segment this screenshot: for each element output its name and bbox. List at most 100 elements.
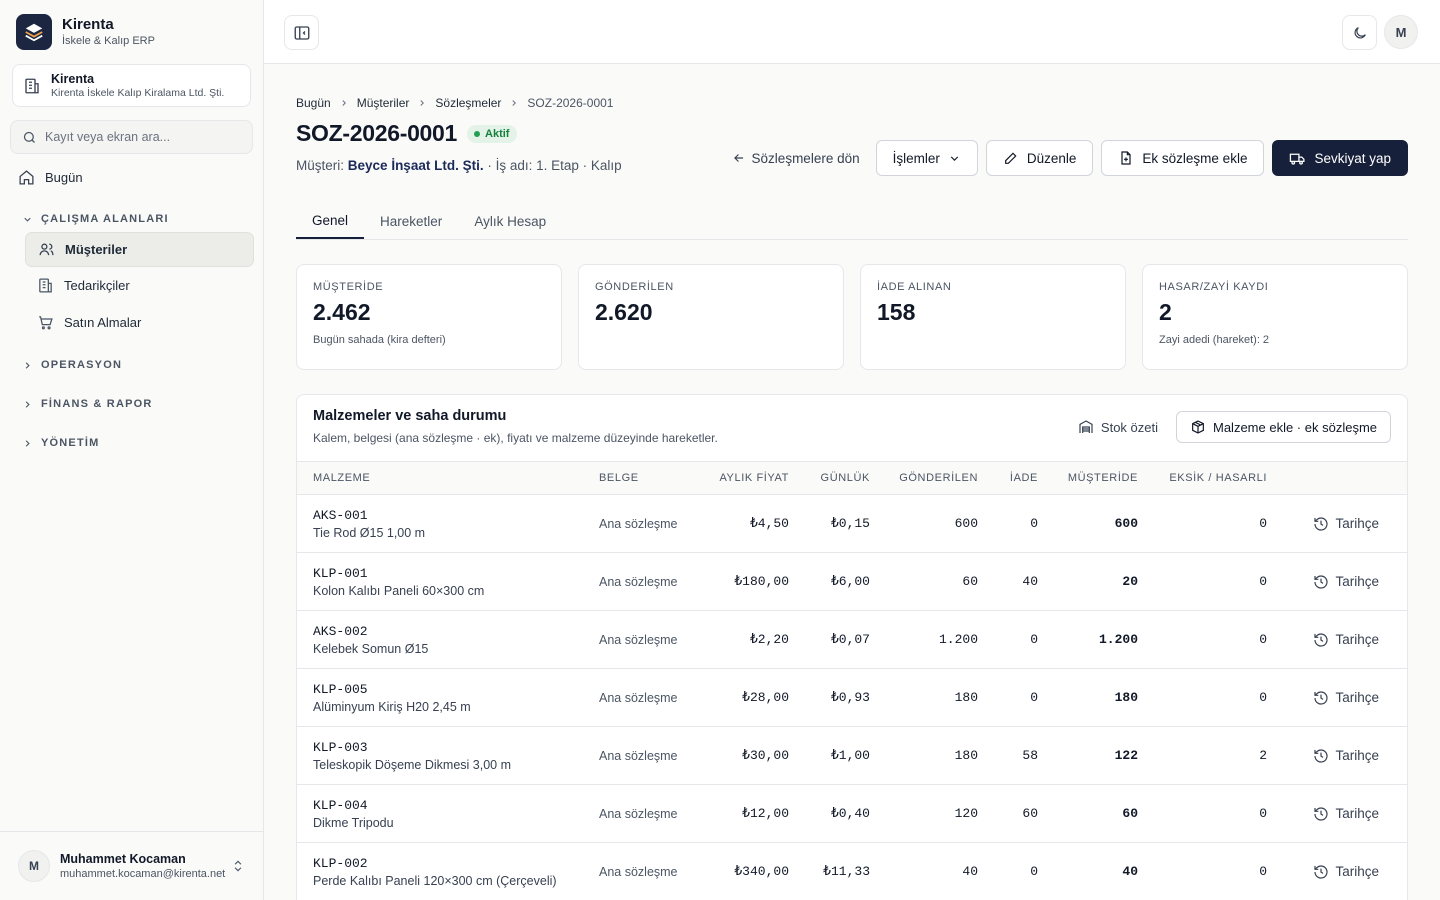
history-button[interactable]: Tarihçe — [1283, 516, 1399, 532]
truck-icon — [1289, 150, 1306, 167]
missing-cell: 0 — [1146, 610, 1275, 669]
history-button[interactable]: Tarihçe — [1283, 748, 1399, 764]
user-menu[interactable]: M Muhammet Kocaman muhammet.kocaman@kire… — [0, 831, 263, 900]
section-finance[interactable]: FİNANS & RAPOR — [22, 398, 153, 410]
sidebar-search[interactable] — [10, 120, 253, 154]
column-header[interactable]: MALZEME — [297, 461, 591, 495]
actions-cell: Tarihçe — [1275, 552, 1407, 611]
sent-cell: 40 — [878, 842, 986, 900]
material-code[interactable]: KLP-005 — [313, 682, 583, 697]
column-header[interactable]: İADE — [986, 461, 1046, 495]
breadcrumb-contracts[interactable]: Sözleşmeler — [435, 96, 501, 110]
table-row: KLP-005 Alüminyum Kiriş H20 2,45 m Ana söz… — [297, 668, 1407, 727]
column-header[interactable]: GÜNLÜK — [797, 461, 878, 495]
theme-toggle-button[interactable] — [1342, 15, 1377, 50]
back-to-contracts-button[interactable]: Sözleşmelere dön — [724, 140, 868, 176]
search-input[interactable] — [45, 130, 241, 144]
stat-cards: MÜŞTERİDE 2.462 Bugün sahada (kira defte… — [296, 264, 1408, 370]
section-workspaces[interactable]: ÇALIŞMA ALANLARI — [22, 213, 169, 225]
at-customer-cell: 20 — [1046, 552, 1146, 611]
sidebar-toggle-button[interactable] — [284, 15, 319, 50]
history-button[interactable]: Tarihçe — [1283, 864, 1399, 880]
stock-summary-button[interactable]: Stok özeti — [1068, 411, 1168, 443]
section-admin[interactable]: YÖNETİM — [22, 437, 100, 449]
ship-button[interactable]: Sevkiyat yap — [1272, 140, 1408, 176]
material-cell: KLP-005 Alüminyum Kiriş H20 2,45 m — [297, 668, 591, 727]
column-header[interactable]: EKSİK / HASARLI — [1146, 461, 1275, 495]
actions-cell: Tarihçe — [1275, 610, 1407, 669]
avatar[interactable]: M — [1384, 15, 1418, 49]
button-label: Tarihçe — [1335, 690, 1379, 705]
stat-card-sent: GÖNDERİLEN 2.620 — [578, 264, 844, 370]
document-cell: Ana sözleşme — [591, 784, 701, 843]
sidebar-item-suppliers[interactable]: Tedarikçiler — [25, 268, 254, 303]
sent-cell: 180 — [878, 668, 986, 727]
stat-card-returned: İADE ALINAN 158 — [860, 264, 1126, 370]
table-row: KLP-002 Perde Kalıbı Paneli 120×300 cm (Ç… — [297, 842, 1407, 900]
tab-movements[interactable]: Hareketler — [364, 204, 458, 239]
sidebar-item-label: Bugün — [45, 169, 83, 185]
button-label: Tarihçe — [1335, 516, 1379, 531]
at-customer-cell: 122 — [1046, 726, 1146, 785]
operations-dropdown-button[interactable]: İşlemler — [875, 140, 978, 176]
brand-name: Kirenta — [62, 16, 114, 33]
button-label: Tarihçe — [1335, 806, 1379, 821]
add-addendum-button[interactable]: Ek sözleşme ekle — [1101, 140, 1265, 176]
chevron-right-icon — [22, 399, 33, 410]
table-row: KLP-001 Kolon Kalıbı Paneli 60×300 cm Ana … — [297, 552, 1407, 611]
button-label: İşlemler — [892, 150, 940, 166]
breadcrumb-today[interactable]: Bugün — [296, 96, 331, 110]
material-code[interactable]: KLP-004 — [313, 798, 583, 813]
panel-title: Malzemeler ve saha durumu — [313, 408, 507, 424]
table-row: KLP-004 Dikme Tripodu Ana sözleşme ₺12,00 ₺0… — [297, 784, 1407, 843]
history-button[interactable]: Tarihçe — [1283, 690, 1399, 706]
material-code[interactable]: AKS-002 — [313, 624, 583, 639]
sidebar-item-label: Müşteriler — [65, 242, 128, 257]
status-badge: Aktif — [467, 124, 518, 143]
actions-cell: Tarihçe — [1275, 784, 1407, 843]
breadcrumb-customers[interactable]: Müşteriler — [357, 96, 410, 110]
chevrons-up-down-icon — [231, 859, 245, 873]
tab-monthly-account[interactable]: Aylık Hesap — [458, 204, 562, 239]
table-row: KLP-003 Teleskopik Döşeme Dikmesi 3,00 m A… — [297, 726, 1407, 785]
sidebar-item-customers[interactable]: Müşteriler — [25, 232, 254, 267]
material-cell: AKS-002 Kelebek Somun Ø15 — [297, 610, 591, 669]
card-label: HASAR/ZAYİ KAYDI — [1159, 281, 1269, 293]
material-code[interactable]: AKS-001 — [313, 508, 583, 523]
material-code[interactable]: KLP-002 — [313, 856, 583, 871]
page-title: SOZ-2026-0001 — [296, 120, 458, 146]
returned-cell: 0 — [986, 668, 1046, 727]
material-code[interactable]: KLP-003 — [313, 740, 583, 755]
at-customer-cell: 1.200 — [1046, 610, 1146, 669]
history-button[interactable]: Tarihçe — [1283, 632, 1399, 648]
search-icon — [22, 130, 37, 145]
history-icon — [1313, 574, 1329, 590]
returned-cell: 0 — [986, 842, 1046, 900]
page-actions: Sözleşmelere dön İşlemler Düzenle Ek söz… — [724, 140, 1408, 176]
history-button[interactable]: Tarihçe — [1283, 574, 1399, 590]
section-operations[interactable]: OPERASYON — [22, 359, 122, 371]
document-cell: Ana sözleşme — [591, 552, 701, 611]
sidebar-item-today[interactable]: Bugün — [18, 162, 83, 192]
column-header[interactable]: BELGE — [591, 461, 701, 495]
panel-subtitle: Kalem, belgesi (ana sözleşme · ek), fiya… — [313, 431, 718, 445]
document-cell: Ana sözleşme — [591, 494, 701, 553]
history-button[interactable]: Tarihçe — [1283, 806, 1399, 822]
brand[interactable]: Kirenta İskele & Kalıp ERP — [16, 14, 155, 50]
sent-cell: 180 — [878, 726, 986, 785]
material-code[interactable]: KLP-001 — [313, 566, 583, 581]
building-icon — [37, 277, 54, 294]
column-header[interactable]: AYLIK FİYAT — [701, 461, 797, 495]
table-row: AKS-001 Tie Rod Ø15 1,00 m Ana sözleşme ₺4,… — [297, 494, 1407, 553]
tab-general[interactable]: Genel — [296, 204, 365, 239]
column-header[interactable]: GÖNDERİLEN — [878, 461, 986, 495]
add-material-button[interactable]: Malzeme ekle · ek sözleşme — [1176, 411, 1391, 443]
arrow-left-icon — [732, 151, 746, 165]
materials-table: MALZEME BELGE AYLIK FİYAT GÜNLÜK GÖNDERİ… — [297, 461, 1407, 900]
company-switcher[interactable]: Kirenta Kirenta İskele Kalıp Kiralama Lt… — [12, 64, 251, 107]
customer-link[interactable]: Beyce İnşaat Ltd. Şti. — [348, 158, 484, 173]
material-name: Kelebek Somun Ø15 — [313, 641, 429, 656]
column-header[interactable]: MÜŞTERİDE — [1046, 461, 1146, 495]
edit-button[interactable]: Düzenle — [985, 140, 1094, 176]
sidebar-item-purchases[interactable]: Satın Almalar — [25, 305, 254, 340]
